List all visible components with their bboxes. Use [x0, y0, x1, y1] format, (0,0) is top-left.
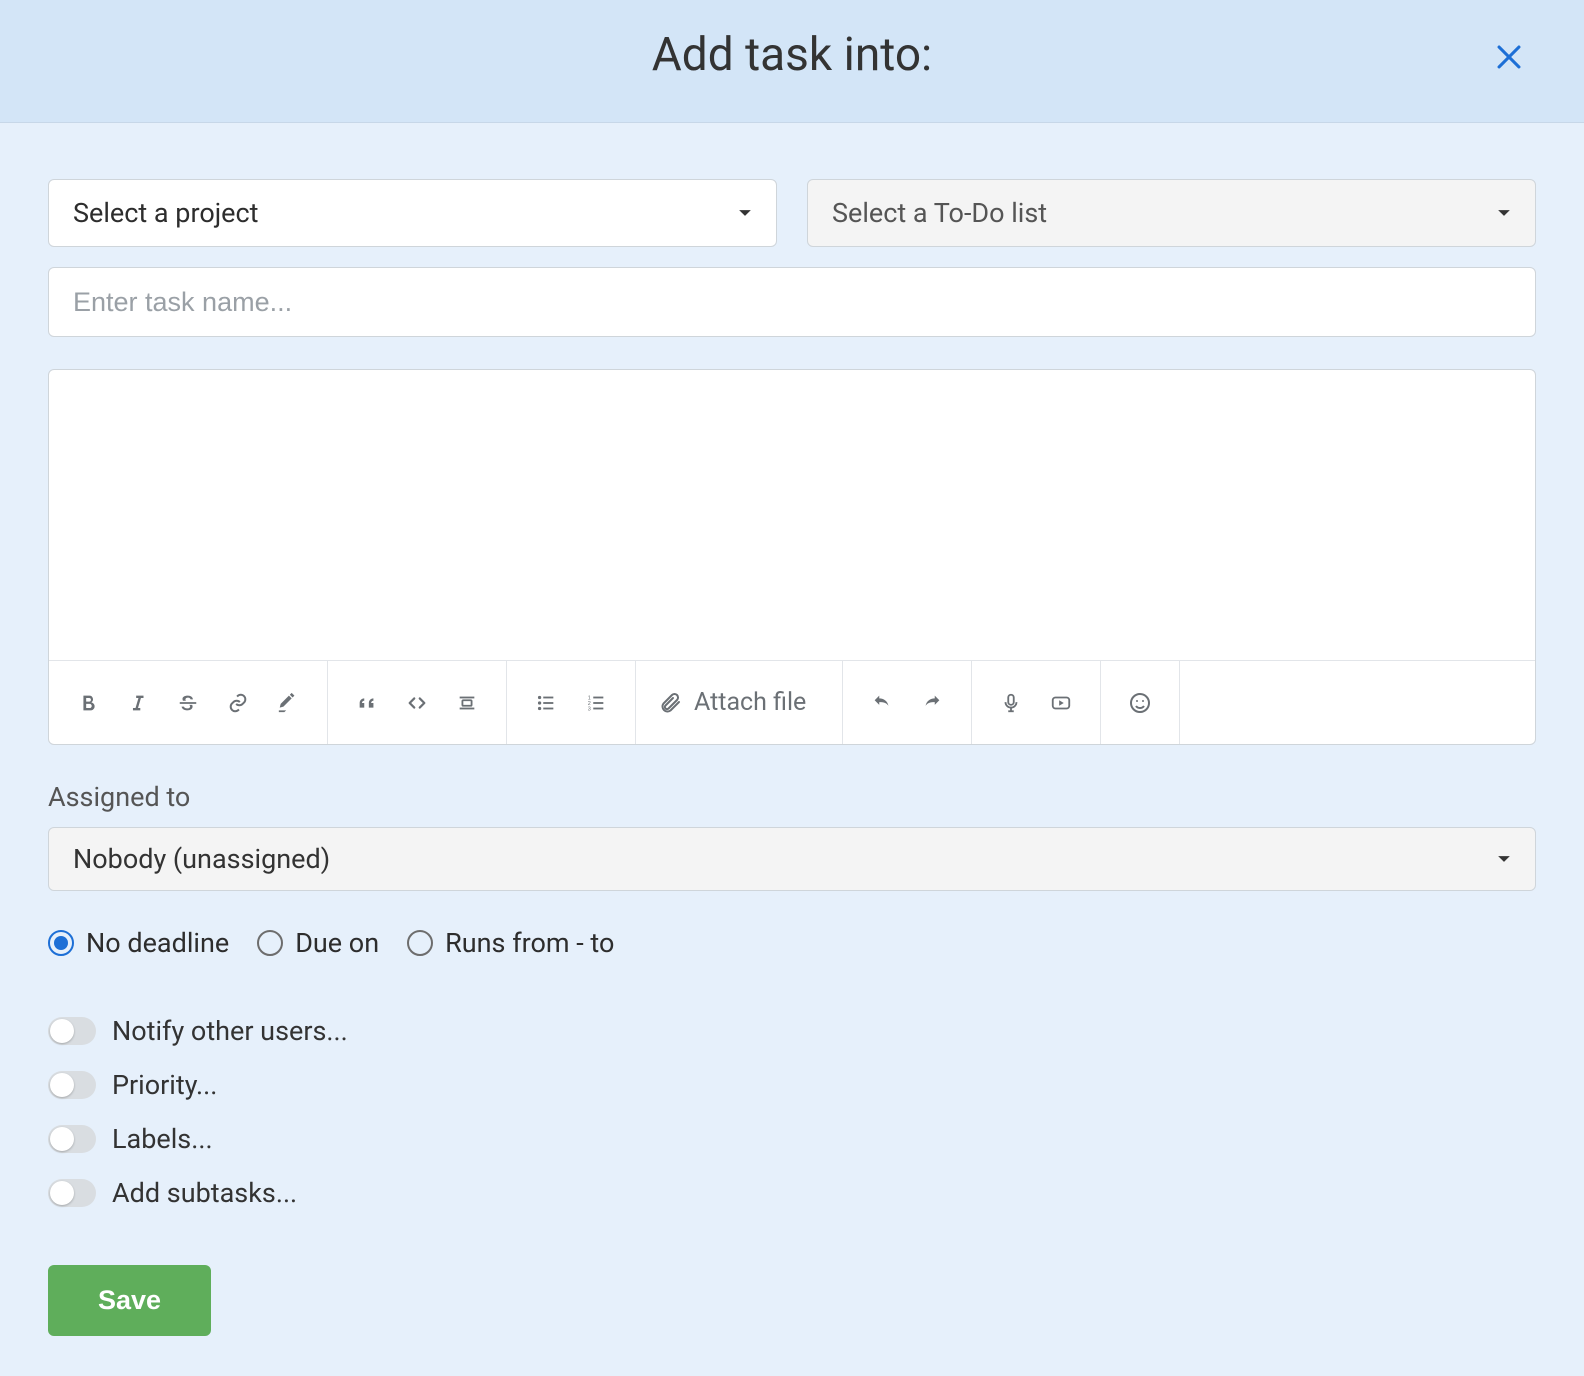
- audio-button[interactable]: [986, 661, 1036, 744]
- microphone-icon: [1000, 691, 1022, 715]
- attach-file-label: Attach file: [694, 688, 806, 717]
- toggle-notify-users[interactable]: Notify other users...: [48, 1015, 1536, 1047]
- close-button[interactable]: [1488, 36, 1530, 78]
- toggle-label: Labels...: [112, 1123, 213, 1155]
- todo-list-select-label: Select a To-Do list: [832, 197, 1047, 229]
- video-button[interactable]: [1036, 661, 1086, 744]
- toggle-switch-icon: [48, 1179, 96, 1207]
- task-name-input[interactable]: [48, 267, 1536, 337]
- bold-icon: [77, 692, 99, 714]
- deadline-radio-due-on[interactable]: Due on: [257, 927, 379, 959]
- assigned-to-label: Assigned to: [48, 781, 1536, 813]
- paperclip-icon: [658, 691, 682, 715]
- highlight-button[interactable]: [263, 661, 313, 744]
- block-format-icon: [455, 692, 479, 714]
- svg-text:3: 3: [588, 706, 591, 712]
- italic-button[interactable]: [113, 661, 163, 744]
- toggle-switch-icon: [48, 1017, 96, 1045]
- bold-button[interactable]: [63, 661, 113, 744]
- chevron-down-icon: [1497, 208, 1511, 218]
- code-icon: [404, 692, 430, 714]
- radio-icon: [257, 930, 283, 956]
- bullet-list-icon: [534, 692, 558, 714]
- toggle-switch-icon: [48, 1071, 96, 1099]
- video-icon: [1048, 692, 1074, 714]
- editor-toolbar: 123 Attach file: [49, 660, 1535, 744]
- toggle-labels[interactable]: Labels...: [48, 1123, 1536, 1155]
- toggle-label: Notify other users...: [112, 1015, 348, 1047]
- undo-icon: [870, 692, 894, 714]
- description-editor-body[interactable]: [49, 370, 1535, 660]
- chevron-down-icon: [738, 208, 752, 218]
- strikethrough-icon: [176, 692, 200, 714]
- code-button[interactable]: [392, 661, 442, 744]
- project-select-label: Select a project: [73, 197, 258, 229]
- save-button[interactable]: Save: [48, 1265, 211, 1336]
- toggle-priority[interactable]: Priority...: [48, 1069, 1536, 1101]
- deadline-option-label: No deadline: [86, 927, 229, 959]
- block-format-button[interactable]: [442, 661, 492, 744]
- assignee-value: Nobody (unassigned): [73, 843, 330, 875]
- assignee-select[interactable]: Nobody (unassigned): [48, 827, 1536, 891]
- chevron-down-icon: [1497, 854, 1511, 864]
- italic-icon: [127, 692, 149, 714]
- emoji-icon: [1128, 691, 1152, 715]
- link-icon: [227, 692, 249, 714]
- dialog-body: Select a project Select a To-Do list: [0, 123, 1584, 1376]
- numbered-list-button[interactable]: 123: [571, 661, 621, 744]
- deadline-radio-runs-from-to[interactable]: Runs from - to: [407, 927, 614, 959]
- dialog-header: Add task into:: [0, 0, 1584, 123]
- undo-button[interactable]: [857, 661, 907, 744]
- emoji-button[interactable]: [1115, 661, 1165, 744]
- quote-icon: [355, 692, 379, 714]
- deadline-options: No deadline Due on Runs from - to: [48, 927, 1536, 959]
- attach-file-button[interactable]: Attach file: [650, 688, 828, 717]
- project-select[interactable]: Select a project: [48, 179, 777, 247]
- bullet-list-button[interactable]: [521, 661, 571, 744]
- deadline-radio-no-deadline[interactable]: No deadline: [48, 927, 229, 959]
- strikethrough-button[interactable]: [163, 661, 213, 744]
- quote-button[interactable]: [342, 661, 392, 744]
- link-button[interactable]: [213, 661, 263, 744]
- redo-button[interactable]: [907, 661, 957, 744]
- toggle-switch-icon: [48, 1125, 96, 1153]
- radio-icon: [48, 930, 74, 956]
- close-icon: [1492, 40, 1526, 74]
- description-editor: 123 Attach file: [48, 369, 1536, 745]
- toggle-add-subtasks[interactable]: Add subtasks...: [48, 1177, 1536, 1209]
- redo-icon: [920, 692, 944, 714]
- deadline-option-label: Runs from - to: [445, 927, 614, 959]
- radio-icon: [407, 930, 433, 956]
- toggle-label: Add subtasks...: [112, 1177, 297, 1209]
- highlight-icon: [277, 692, 299, 714]
- toggle-label: Priority...: [112, 1069, 217, 1101]
- dialog-title: Add task into:: [0, 28, 1584, 82]
- deadline-option-label: Due on: [295, 927, 379, 959]
- todo-list-select[interactable]: Select a To-Do list: [807, 179, 1536, 247]
- numbered-list-icon: 123: [584, 692, 608, 714]
